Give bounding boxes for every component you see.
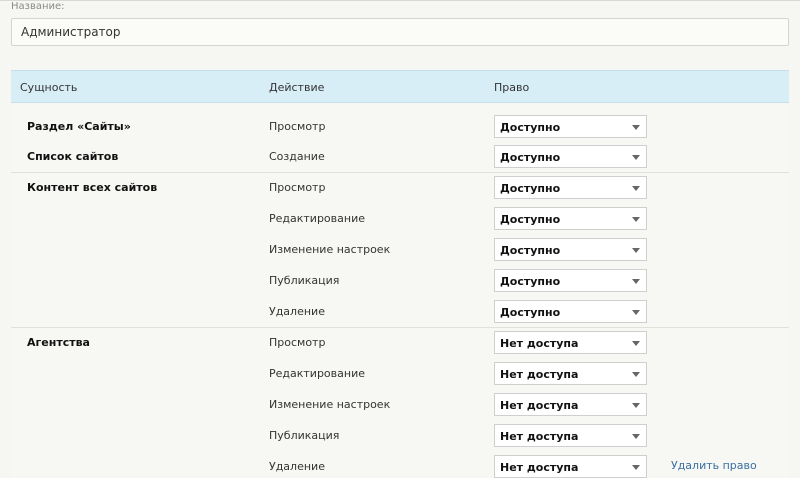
action-label: Просмотр — [269, 336, 326, 349]
header-entity: Сущность — [20, 81, 78, 94]
action-label: Просмотр — [269, 120, 326, 133]
permission-value: Доступно — [500, 244, 561, 257]
role-name-input[interactable] — [11, 18, 789, 46]
group-divider — [11, 327, 789, 328]
table-header: Сущность Действие Право — [11, 70, 789, 103]
action-label: Создание — [269, 150, 325, 163]
permission-value: Нет доступа — [500, 399, 579, 412]
action-label: Публикация — [269, 274, 340, 287]
chevron-down-icon — [632, 465, 640, 470]
header-right: Право — [494, 81, 530, 94]
permission-select[interactable]: Доступно — [494, 207, 647, 230]
permission-value: Нет доступа — [500, 368, 579, 381]
permission-value: Доступно — [500, 213, 561, 226]
entity-label: Список сайтов — [27, 150, 119, 163]
permission-value: Доступно — [500, 275, 561, 288]
chevron-down-icon — [632, 372, 640, 377]
action-label: Редактирование — [269, 367, 365, 380]
entity-label: Агентства — [27, 336, 90, 349]
permission-value: Доступно — [500, 306, 561, 319]
top-divider — [0, 0, 800, 1]
action-label: Публикация — [269, 429, 340, 442]
permission-value: Доступно — [500, 182, 561, 195]
permission-value: Нет доступа — [500, 337, 579, 350]
header-action: Действие — [269, 81, 325, 94]
permission-select[interactable]: Нет доступа — [494, 393, 647, 416]
chevron-down-icon — [632, 125, 640, 130]
permission-value: Нет доступа — [500, 430, 579, 443]
permission-select[interactable]: Доступно — [494, 269, 647, 292]
action-label: Изменение настроек — [269, 398, 391, 411]
permission-value: Нет доступа — [500, 461, 579, 474]
chevron-down-icon — [632, 310, 640, 315]
chevron-down-icon — [632, 217, 640, 222]
chevron-down-icon — [632, 248, 640, 253]
name-field-label: Название: — [11, 1, 65, 12]
chevron-down-icon — [632, 155, 640, 160]
permission-select[interactable]: Доступно — [494, 115, 647, 138]
action-label: Изменение настроек — [269, 243, 391, 256]
permission-select[interactable]: Нет доступа — [494, 331, 647, 354]
action-label: Просмотр — [269, 181, 326, 194]
permission-value: Доступно — [500, 121, 561, 134]
chevron-down-icon — [632, 279, 640, 284]
permission-value: Доступно — [500, 151, 561, 164]
chevron-down-icon — [632, 434, 640, 439]
permission-select[interactable]: Доступно — [494, 300, 647, 323]
action-label: Удаление — [269, 460, 325, 473]
permission-select[interactable]: Нет доступа — [494, 424, 647, 447]
delete-right-link[interactable]: Удалить право — [671, 459, 757, 472]
chevron-down-icon — [632, 186, 640, 191]
permission-select[interactable]: Доступно — [494, 238, 647, 261]
action-label: Удаление — [269, 305, 325, 318]
permission-select[interactable]: Доступно — [494, 145, 647, 168]
entity-label: Раздел «Сайты» — [27, 120, 131, 133]
group-divider — [11, 172, 789, 173]
permission-select[interactable]: Нет доступа — [494, 455, 647, 478]
action-label: Редактирование — [269, 212, 365, 225]
entity-label: Контент всех сайтов — [27, 181, 158, 194]
chevron-down-icon — [632, 341, 640, 346]
permission-select[interactable]: Нет доступа — [494, 362, 647, 385]
permissions-table: Сущность Действие Право Раздел «Сайты» П… — [11, 70, 789, 478]
chevron-down-icon — [632, 403, 640, 408]
permission-select[interactable]: Доступно — [494, 176, 647, 199]
